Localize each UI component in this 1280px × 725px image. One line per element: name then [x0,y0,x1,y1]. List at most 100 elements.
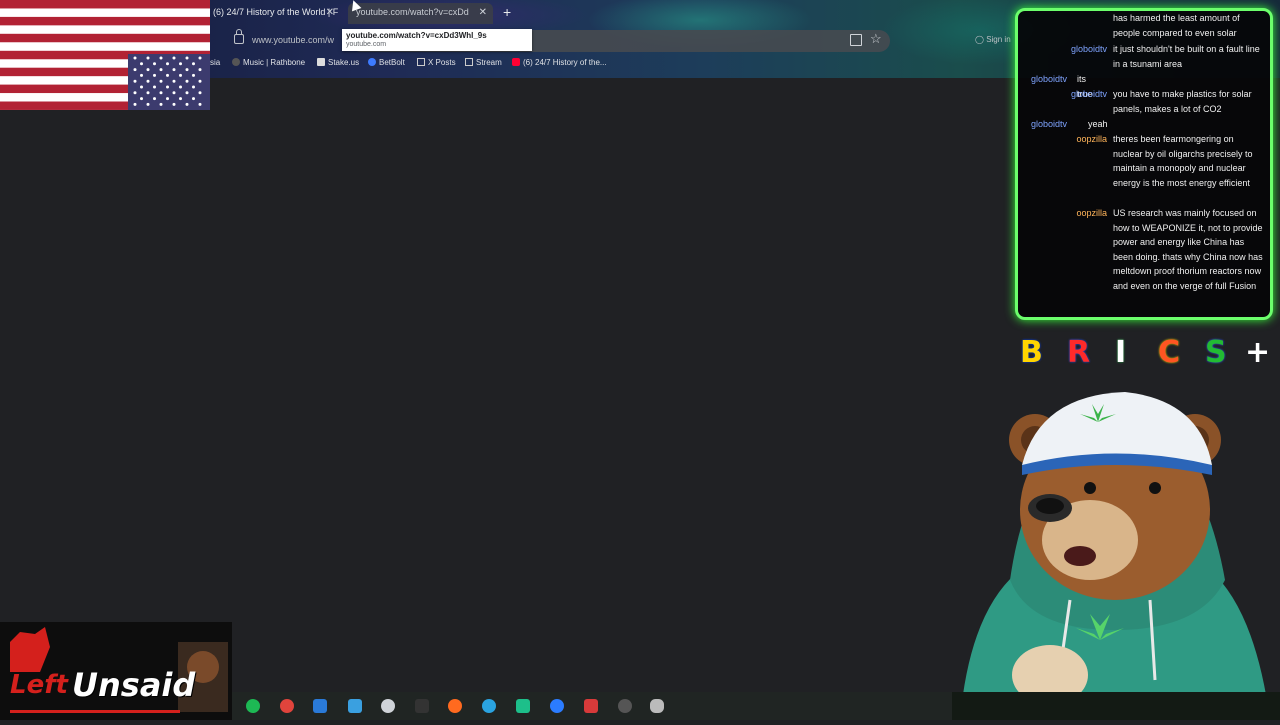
flag-star [159,56,163,60]
address-bar[interactable]: www.youtube.com/w ☆ [210,29,890,52]
bookmark-item[interactable]: Music | Rathbone [232,58,305,67]
game-icon[interactable] [584,699,598,713]
new-tab-button[interactable]: + [503,3,511,21]
flag-star [133,102,137,106]
flag-star [185,102,189,106]
flag-star [140,73,143,77]
flag-star [159,91,163,95]
flag-star [153,73,156,77]
close-icon[interactable]: ✕ [479,3,487,22]
flag-star [146,79,150,83]
chrome-icon[interactable] [280,699,294,713]
url-tooltip: youtube.com/watch?v=cxDd3Whl_9s youtube.… [342,29,532,51]
flag-star [153,85,156,89]
flag-star [133,56,137,60]
chat-overlay: has harmed the least amount of people co… [1015,8,1273,320]
flag-star [192,73,195,77]
flag-star [133,79,137,83]
chat-username: globoidtv [1070,44,1107,54]
tooltip-url: youtube.com/watch?v=cxDd3Whl_9s [346,31,487,40]
lock-icon [234,29,244,44]
telegram-icon[interactable] [482,699,496,713]
bookmark-item[interactable]: (6) 24/7 History of the... [512,58,607,67]
chat-text: theres been fearmongering on nuclear by … [1113,134,1253,188]
tab-title: youtube.com/watch?v=cxDd [356,7,469,17]
bookmark-item[interactable]: BetBolt [368,58,405,67]
flag-star [159,79,163,83]
letter-s: S [1205,335,1227,370]
flag-star [166,97,169,101]
chat-username: oopzilla [1076,134,1107,144]
letter-r: R [1067,335,1091,370]
obs-icon[interactable] [618,699,632,713]
music-icon [232,58,240,66]
flag-star [140,97,143,101]
bookmark-star-icon[interactable]: ☆ [870,31,882,47]
chat-username: globoidtv [1070,89,1107,99]
flag-star [185,79,189,83]
flag-star [146,91,150,95]
brics-letters: B R I C S + [1015,335,1280,375]
flag-star [192,62,195,66]
close-icon[interactable]: ✕ [326,3,334,22]
stake-icon [317,58,325,66]
flag-star [179,62,182,66]
flag-star [198,102,202,106]
vscode-icon[interactable] [348,699,362,713]
chat-text: it just shouldn't be built on a fault li… [1113,44,1260,69]
sign-in-button[interactable]: ◯ Sign in [975,35,1011,44]
url-text[interactable]: www.youtube.com/w [252,35,344,45]
mouse-icon[interactable] [650,699,664,713]
chat-username: globoidtv [1031,74,1068,84]
flag-star [185,68,189,72]
flag-star [192,85,195,89]
bookmark-item[interactable]: X Posts [417,58,456,67]
flag-star [198,68,202,72]
flag-star [146,102,150,106]
chat-text: US research was mainly focused on how to… [1113,208,1263,291]
left-unsaid-logo: Left Unsaid [0,622,232,720]
tab-youtube-watch[interactable]: youtube.com/watch?v=cxDd ✕ [348,3,493,24]
youtube-icon [512,58,520,66]
flag-star [146,56,150,60]
folder-icon [417,58,425,66]
logo-text-left: Left [10,670,68,700]
install-icon[interactable] [850,34,862,46]
flag-star [198,79,202,83]
bookmark-item[interactable]: Stake.us [317,58,359,67]
messenger-icon[interactable] [550,699,564,713]
bookmark-item[interactable]: Stream [465,58,502,67]
folder-icon [465,58,473,66]
letter-b: B [1020,335,1043,370]
tab-history-of-world[interactable]: (6) 24/7 History of the World | F ✕ [205,3,340,24]
app-icon[interactable] [516,699,530,713]
chat-username: globoidtv [1031,119,1068,129]
flag-star [166,62,169,66]
flag-star [179,97,182,101]
firefox-icon[interactable] [448,699,462,713]
bear-mascot-image [960,392,1270,720]
flag-star [166,73,169,77]
tab-title: (6) 24/7 History of the World | F [213,7,339,17]
app-icon[interactable] [381,699,395,713]
files-icon[interactable] [313,699,327,713]
tooltip-domain: youtube.com [346,41,387,48]
epic-games-icon[interactable] [415,699,429,713]
flag-star [172,91,176,95]
flag-star [133,91,137,95]
flag-star [146,68,150,72]
flag-star [179,85,182,89]
flag-star [140,85,143,89]
bookmarks-bar: sia Music | Rathbone Stake.us BetBolt X … [210,58,1010,72]
flag-star [179,73,182,77]
spotify-icon[interactable] [246,699,260,713]
flag-star [153,62,156,66]
flag-star [172,102,176,106]
flag-star [172,68,176,72]
chat-text: yeah [1088,119,1108,129]
flag-star [185,56,189,60]
chat-text: has harmed the least amount of people co… [1113,13,1240,38]
flag-star [159,102,163,106]
bookmark-item[interactable]: sia [210,58,220,67]
flag-star [159,68,163,72]
